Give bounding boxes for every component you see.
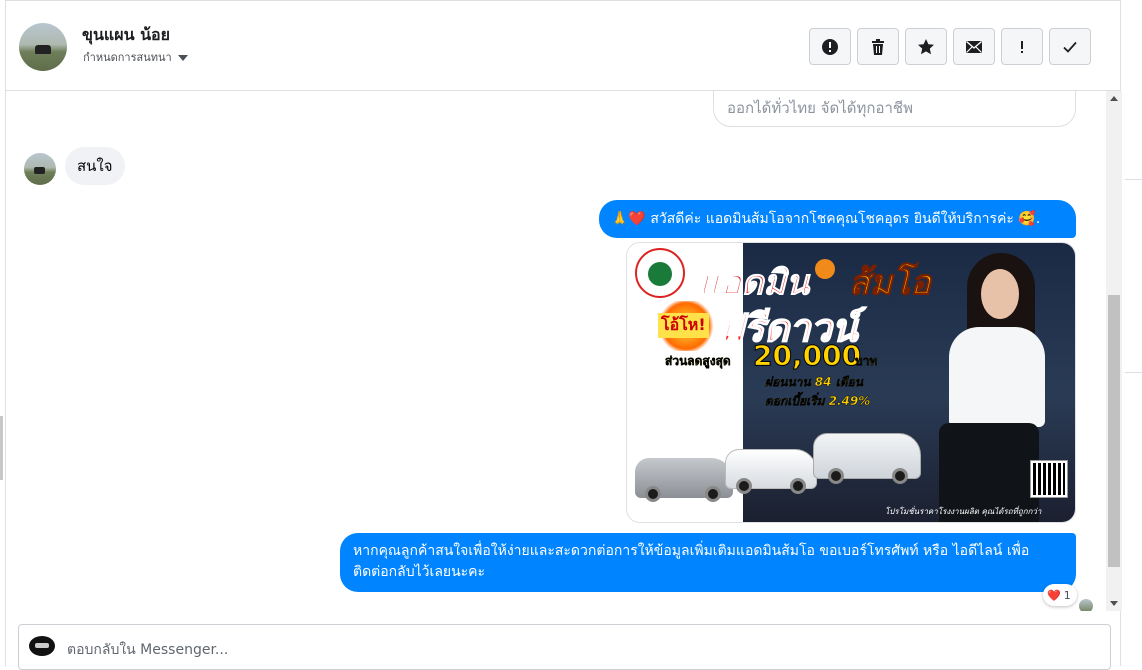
heart-icon: ❤️ [1047,588,1061,602]
promo-discount-amount: 20,000 [752,339,862,373]
car-pickup-white [725,449,817,494]
unread-button[interactable] [953,28,995,65]
promo-discount-label: ส่วนลดสูงสุด [665,354,731,368]
trash-icon [872,38,884,55]
done-button[interactable] [1049,28,1091,65]
divider [1125,179,1142,180]
assign-label: กำหนดการสนทนา [83,51,172,64]
exclamation-icon [1021,40,1023,53]
header-actions [809,28,1091,65]
car-pickup-cargo [813,433,921,484]
promo-title-som: ส้มโอ [849,263,932,304]
promo-discount-unit: บาท [855,354,878,368]
promo-rate: ดอกเบี้ยเริ่ม 2.49% [765,394,871,408]
panel-resize-handle[interactable] [0,416,3,480]
followup-message-bubble: หากคุณลูกค้าสนใจเพื่อให้ง่ายและสะดวกต่อก… [340,533,1076,592]
caret-down-icon [177,54,188,61]
promo-badge: โอ้โห! [658,313,709,338]
qr-code [1030,460,1068,498]
assign-conversation-dropdown[interactable]: กำหนดการสนทนา [83,48,188,66]
dealer-logo [635,248,685,298]
car-sedan [635,458,733,502]
incoming-message-bubble: สนใจ [65,147,125,185]
conversation-panel: ขุนแผน น้อย กำหนดการสนทนา ออกได้ทั่วไทย … [5,0,1122,670]
delete-button[interactable] [857,28,899,65]
scroll-down-arrow-icon[interactable] [1110,601,1118,606]
scroll-thumb[interactable] [1108,295,1120,567]
spam-button[interactable] [809,28,851,65]
reaction-count: 1 [1063,588,1071,602]
star-button[interactable] [905,28,947,65]
message-thread[interactable]: ออกได้ทั่วไทย จัดได้ทุกอาชีพ สนใจ 🙏❤️ สว… [6,91,1106,611]
orange-icon [815,259,835,279]
promo-installment: ผ่อนนาน 84 เดือน [765,375,863,389]
thread-scrollbar[interactable] [1106,91,1122,611]
promo-image[interactable]: แอดมิน ส้มโอ โอ้โห! ฟรีดาวน์ ส่วนลดสูงสุ… [626,242,1076,523]
sender-avatar[interactable] [24,153,56,185]
contact-name[interactable]: ขุนแผน น้อย [82,23,170,48]
check-icon [1063,41,1077,53]
reply-composer[interactable]: ตอบกลับใน Messenger... [18,624,1111,670]
scroll-up-arrow-icon[interactable] [1110,96,1118,101]
divider [1125,372,1142,373]
previous-message-bubble: ออกได้ทั่วไทย จัดได้ทุกอาชีพ [713,91,1076,127]
reply-input-placeholder[interactable]: ตอบกลับใน Messenger... [67,639,228,661]
page-avatar [29,636,55,656]
message-reaction[interactable]: ❤️ 1 [1043,584,1077,606]
contact-avatar[interactable] [19,23,67,71]
greeting-message-bubble: 🙏❤️ สวัสดีค่ะ แอดมินส้มโอจากโชคคุณโชคอุด… [599,200,1076,238]
promo-footer: โปรโมชั่นราคาโรงงานผลิต คุณได้รถที่ถูกกว… [885,507,1042,516]
exclamation-circle-icon [822,38,838,55]
envelope-icon [966,40,982,53]
star-icon [918,38,934,54]
conversation-header: ขุนแผน น้อย กำหนดการสนทนา [6,0,1120,91]
important-button[interactable] [1001,28,1043,65]
seen-avatar [1079,599,1093,611]
